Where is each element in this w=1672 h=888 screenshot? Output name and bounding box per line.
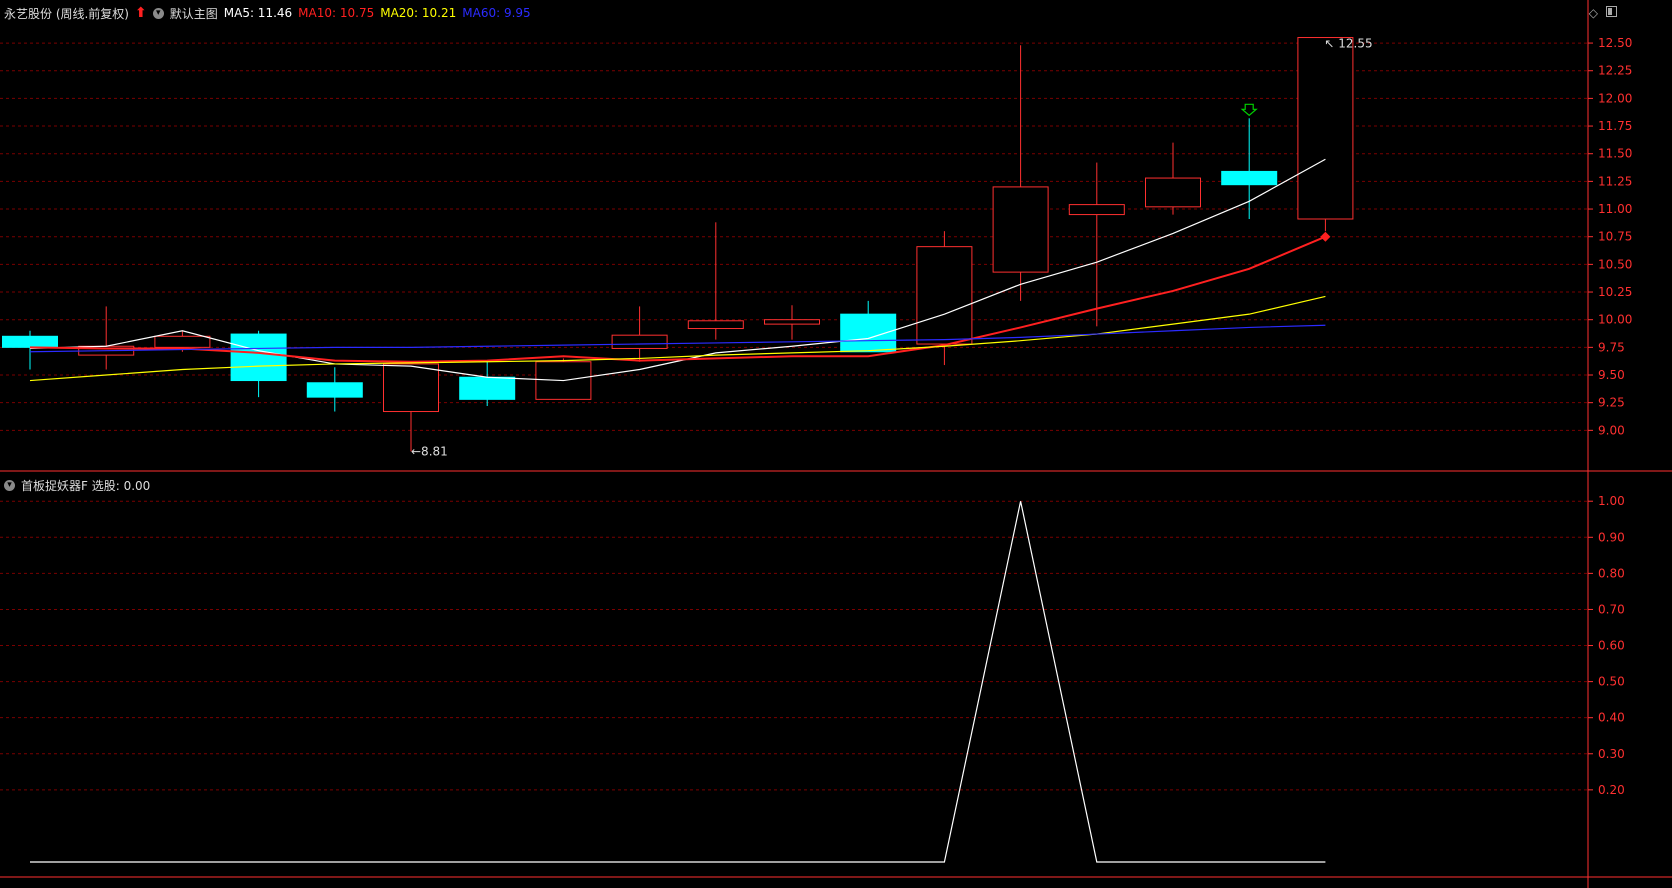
down-arrow-signal-icon: [1240, 103, 1258, 117]
y-tick-label: 12.50: [1598, 36, 1632, 50]
candle: [230, 330, 287, 398]
candle-body: [459, 376, 516, 400]
y-tick-label: 10.75: [1598, 230, 1632, 244]
chart-canvas[interactable]: 9.00 9.25 9.50 9.75 10.00 10.25 10.50 10.75 11.0…: [0, 0, 1672, 888]
candle-body: [306, 382, 363, 398]
y-tick-label: 11.25: [1598, 174, 1632, 188]
y-tick-label: 0.30: [1598, 747, 1625, 761]
candle-body: [1221, 170, 1278, 186]
y-tick-label: 10.00: [1598, 313, 1632, 327]
low-price-annotation: ←8.81: [411, 444, 448, 458]
template-label[interactable]: 默认主图: [170, 5, 218, 22]
y-tick-label: 12.00: [1598, 91, 1632, 105]
candle-body: [1145, 177, 1201, 208]
dropdown-icon[interactable]: ▾: [4, 479, 15, 491]
candle-body: [2, 335, 58, 348]
y-tick-label: 9.25: [1598, 396, 1625, 410]
y-tick-label: 0.90: [1598, 530, 1625, 544]
y-tick-label: 10.25: [1598, 285, 1632, 299]
y-tick-label: 0.60: [1598, 639, 1625, 653]
candle: [535, 358, 592, 400]
candle-body: [992, 186, 1049, 273]
y-tick-label: 0.20: [1598, 783, 1625, 797]
high-price-annotation: ↖ 12.55: [1324, 37, 1372, 51]
candle: [459, 361, 516, 406]
y-tick-label: 1.00: [1598, 494, 1625, 508]
window-controls: ◇: [1589, 6, 1617, 20]
y-tick-label: 9.50: [1598, 368, 1625, 382]
candle: [611, 306, 668, 362]
candle-body: [1297, 37, 1354, 220]
candle: [687, 222, 744, 340]
ma5-label: MA5: 11.46: [223, 6, 293, 20]
candle: [764, 305, 820, 340]
y-tick-label: 11.50: [1598, 147, 1632, 161]
dropdown-icon[interactable]: ▾: [152, 7, 164, 19]
candle: [306, 367, 363, 412]
y-tick-label: 12.25: [1598, 64, 1632, 78]
ma10-marker-icon: [1320, 231, 1331, 242]
indicator-label[interactable]: 首板捉妖器F 选股: 0.00: [21, 477, 150, 494]
y-tick-label: 11.75: [1598, 119, 1632, 133]
y-tick-label: 0.50: [1598, 675, 1625, 689]
ma20-line: [29, 295, 1326, 382]
y-tick-label: 9.75: [1598, 340, 1625, 354]
candle-body: [611, 334, 668, 349]
candle: [1297, 37, 1354, 232]
candle-body: [154, 335, 211, 348]
candle: [2, 330, 58, 370]
y-tick-label: 0.70: [1598, 602, 1625, 616]
candle-body: [687, 320, 744, 330]
candle: [840, 300, 897, 353]
stock-title[interactable]: 永艺股份 (周线.前复权): [4, 5, 129, 22]
up-arrow-icon: ⬆: [135, 5, 147, 21]
diamond-icon[interactable]: ◇: [1589, 6, 1598, 20]
main-chart-header: 永艺股份 (周线.前复权) ⬆ ▾ 默认主图 MA5: 11.46 MA10: …: [4, 4, 531, 22]
ma10-label: MA10: 10.75: [298, 6, 375, 20]
y-tick-label: 0.40: [1598, 711, 1625, 725]
candle: [992, 45, 1049, 301]
candle-body: [1068, 204, 1125, 216]
candle-body: [764, 319, 820, 325]
layout-icon[interactable]: [1606, 6, 1617, 17]
ma60-label: MA60: 9.95: [462, 6, 531, 20]
candle: [1068, 162, 1125, 327]
candle-body: [916, 246, 973, 345]
y-tick-label: 0.80: [1598, 566, 1625, 580]
indicator-header: ▾ 首板捉妖器F 选股: 0.00: [4, 476, 150, 494]
candle: [78, 306, 135, 370]
candle: [1221, 118, 1278, 219]
y-tick-label: 9.00: [1598, 423, 1625, 437]
y-tick-label: 11.00: [1598, 202, 1632, 216]
candle-body: [383, 363, 439, 413]
candle-body: [230, 333, 287, 382]
y-tick-label: 10.50: [1598, 257, 1632, 271]
ma20-label: MA20: 10.21: [380, 6, 457, 20]
candle: [383, 361, 439, 452]
